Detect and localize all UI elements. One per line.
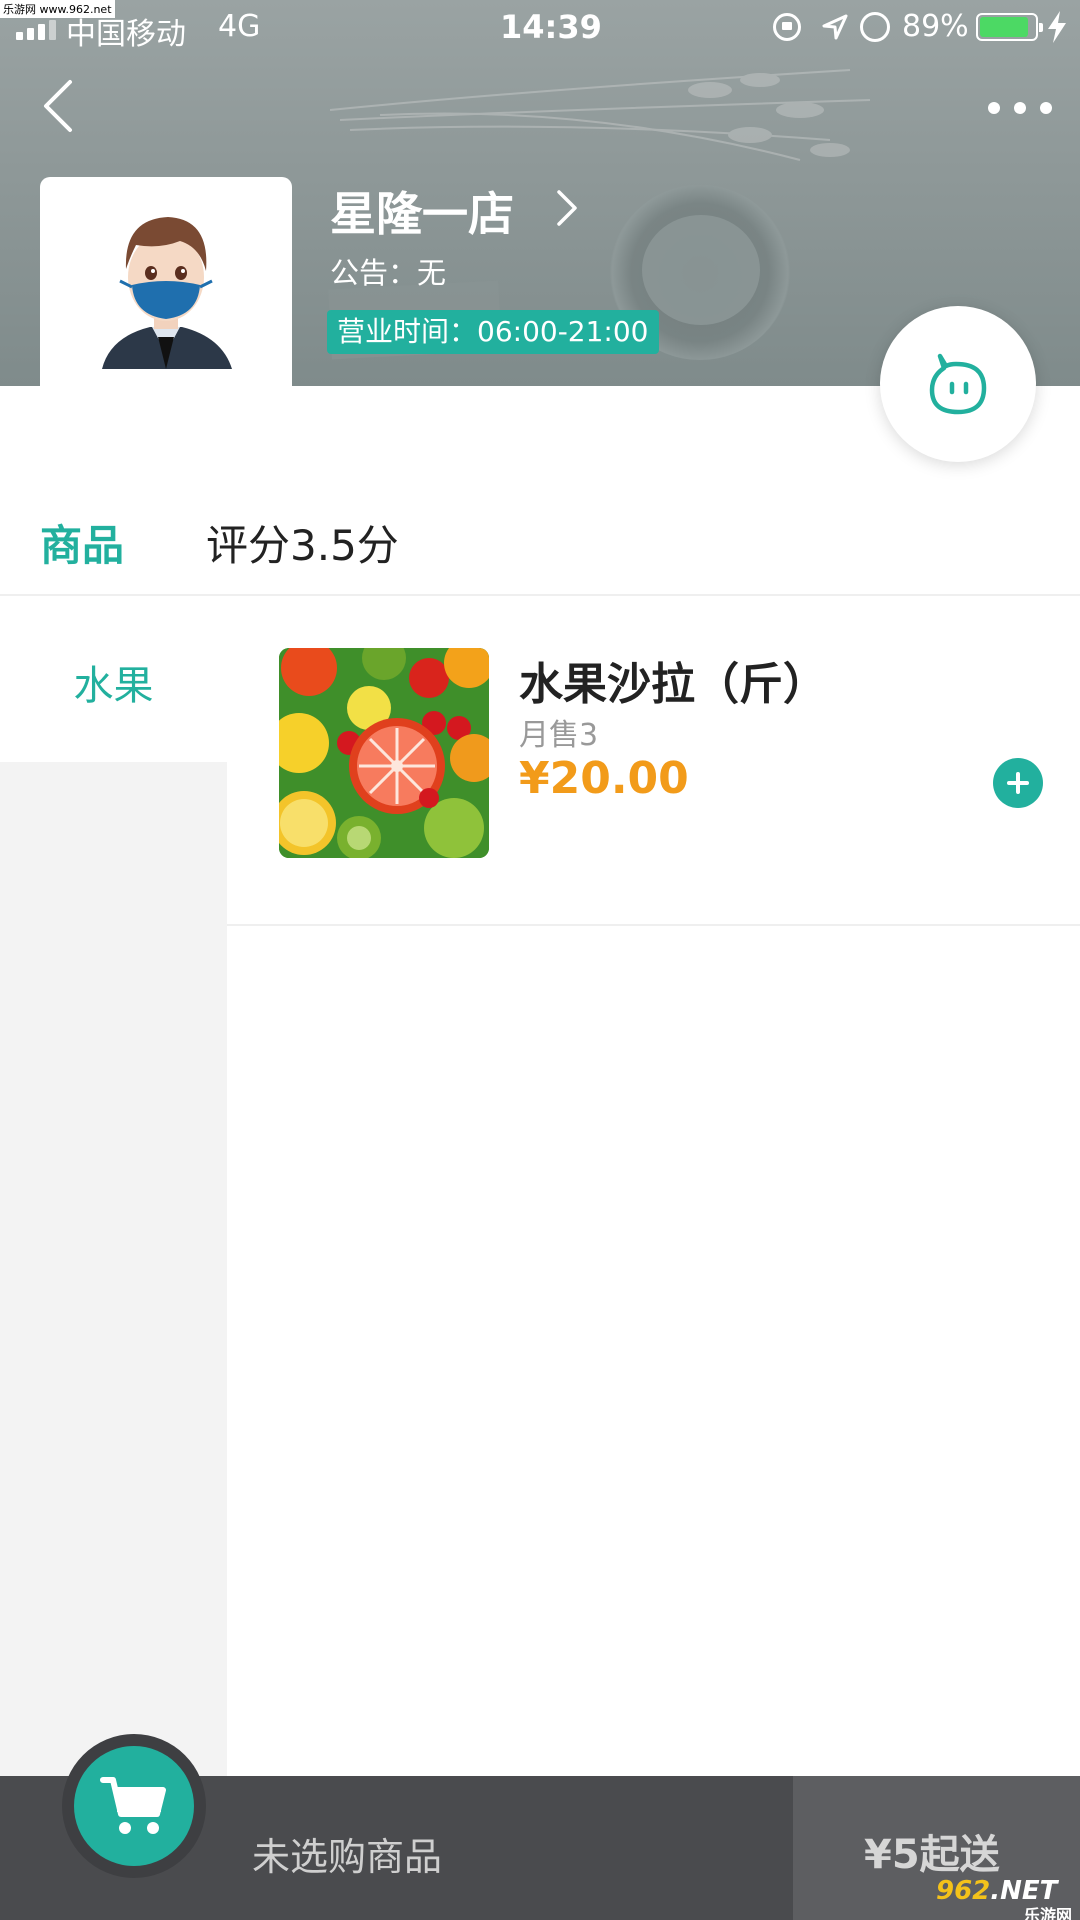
minimum-delivery-label: ¥5起送 <box>864 1832 1000 1878</box>
store-name[interactable]: 星隆一店 <box>330 178 514 244</box>
back-button[interactable] <box>38 78 78 134</box>
shopping-cart-icon <box>100 1777 166 1834</box>
clock: 14:39 <box>500 8 602 46</box>
signal-icon <box>16 18 56 40</box>
cart-button-holder <box>62 1734 206 1878</box>
battery-percent: 89% <box>902 9 969 44</box>
watermark: 962.NET 乐游网 <box>936 1876 1072 1920</box>
store-notice: 公告：无 <box>330 256 447 290</box>
status-bar: 中国移动 4G 14:39 89% <box>0 0 1080 54</box>
product-name[interactable]: 水果沙拉（斤） <box>519 648 827 712</box>
charging-icon <box>1048 11 1066 43</box>
product-price: ¥20.00 <box>519 753 689 804</box>
tab-rating[interactable]: 评分3.5分 <box>206 512 399 573</box>
rotation-lock-icon <box>773 13 801 41</box>
customer-service-button[interactable] <box>880 306 1036 462</box>
network-label: 4G <box>218 9 261 44</box>
store-avatar <box>40 177 292 386</box>
sidebar-item-fruit[interactable]: 水果 <box>0 598 227 762</box>
background-decoration <box>330 69 871 161</box>
battery-icon <box>976 13 1043 41</box>
background-decoration <box>642 215 760 325</box>
alarm-icon <box>860 12 890 42</box>
business-hours-badge: 营业时间：06:00-21:00 <box>327 310 659 354</box>
add-to-cart-button[interactable] <box>993 758 1043 808</box>
avatar-illustration <box>102 217 232 369</box>
chat-bubble-icon <box>929 353 987 415</box>
tab-bar: 商品 评分3.5分 <box>0 496 1080 596</box>
chevron-right-icon[interactable] <box>553 186 581 230</box>
product-list: 水果沙拉（斤） 月售3 ¥20.00 <box>227 598 1080 926</box>
more-options-button[interactable] <box>988 96 1052 120</box>
list-item[interactable]: 水果沙拉（斤） 月售3 ¥20.00 <box>227 598 1080 926</box>
location-icon <box>822 14 848 40</box>
tab-goods[interactable]: 商品 <box>40 512 124 573</box>
product-monthly-sales: 月售3 <box>519 718 599 753</box>
watermark: 乐游网 www.962.net <box>0 0 115 18</box>
product-image[interactable] <box>279 648 489 858</box>
sidebar-item-label: 水果 <box>73 663 154 709</box>
category-sidebar: 水果 <box>0 598 227 1776</box>
cart-button[interactable] <box>74 1746 194 1866</box>
cart-status: 未选购商品 <box>252 1835 443 1879</box>
fruit-salad-image <box>279 648 489 858</box>
